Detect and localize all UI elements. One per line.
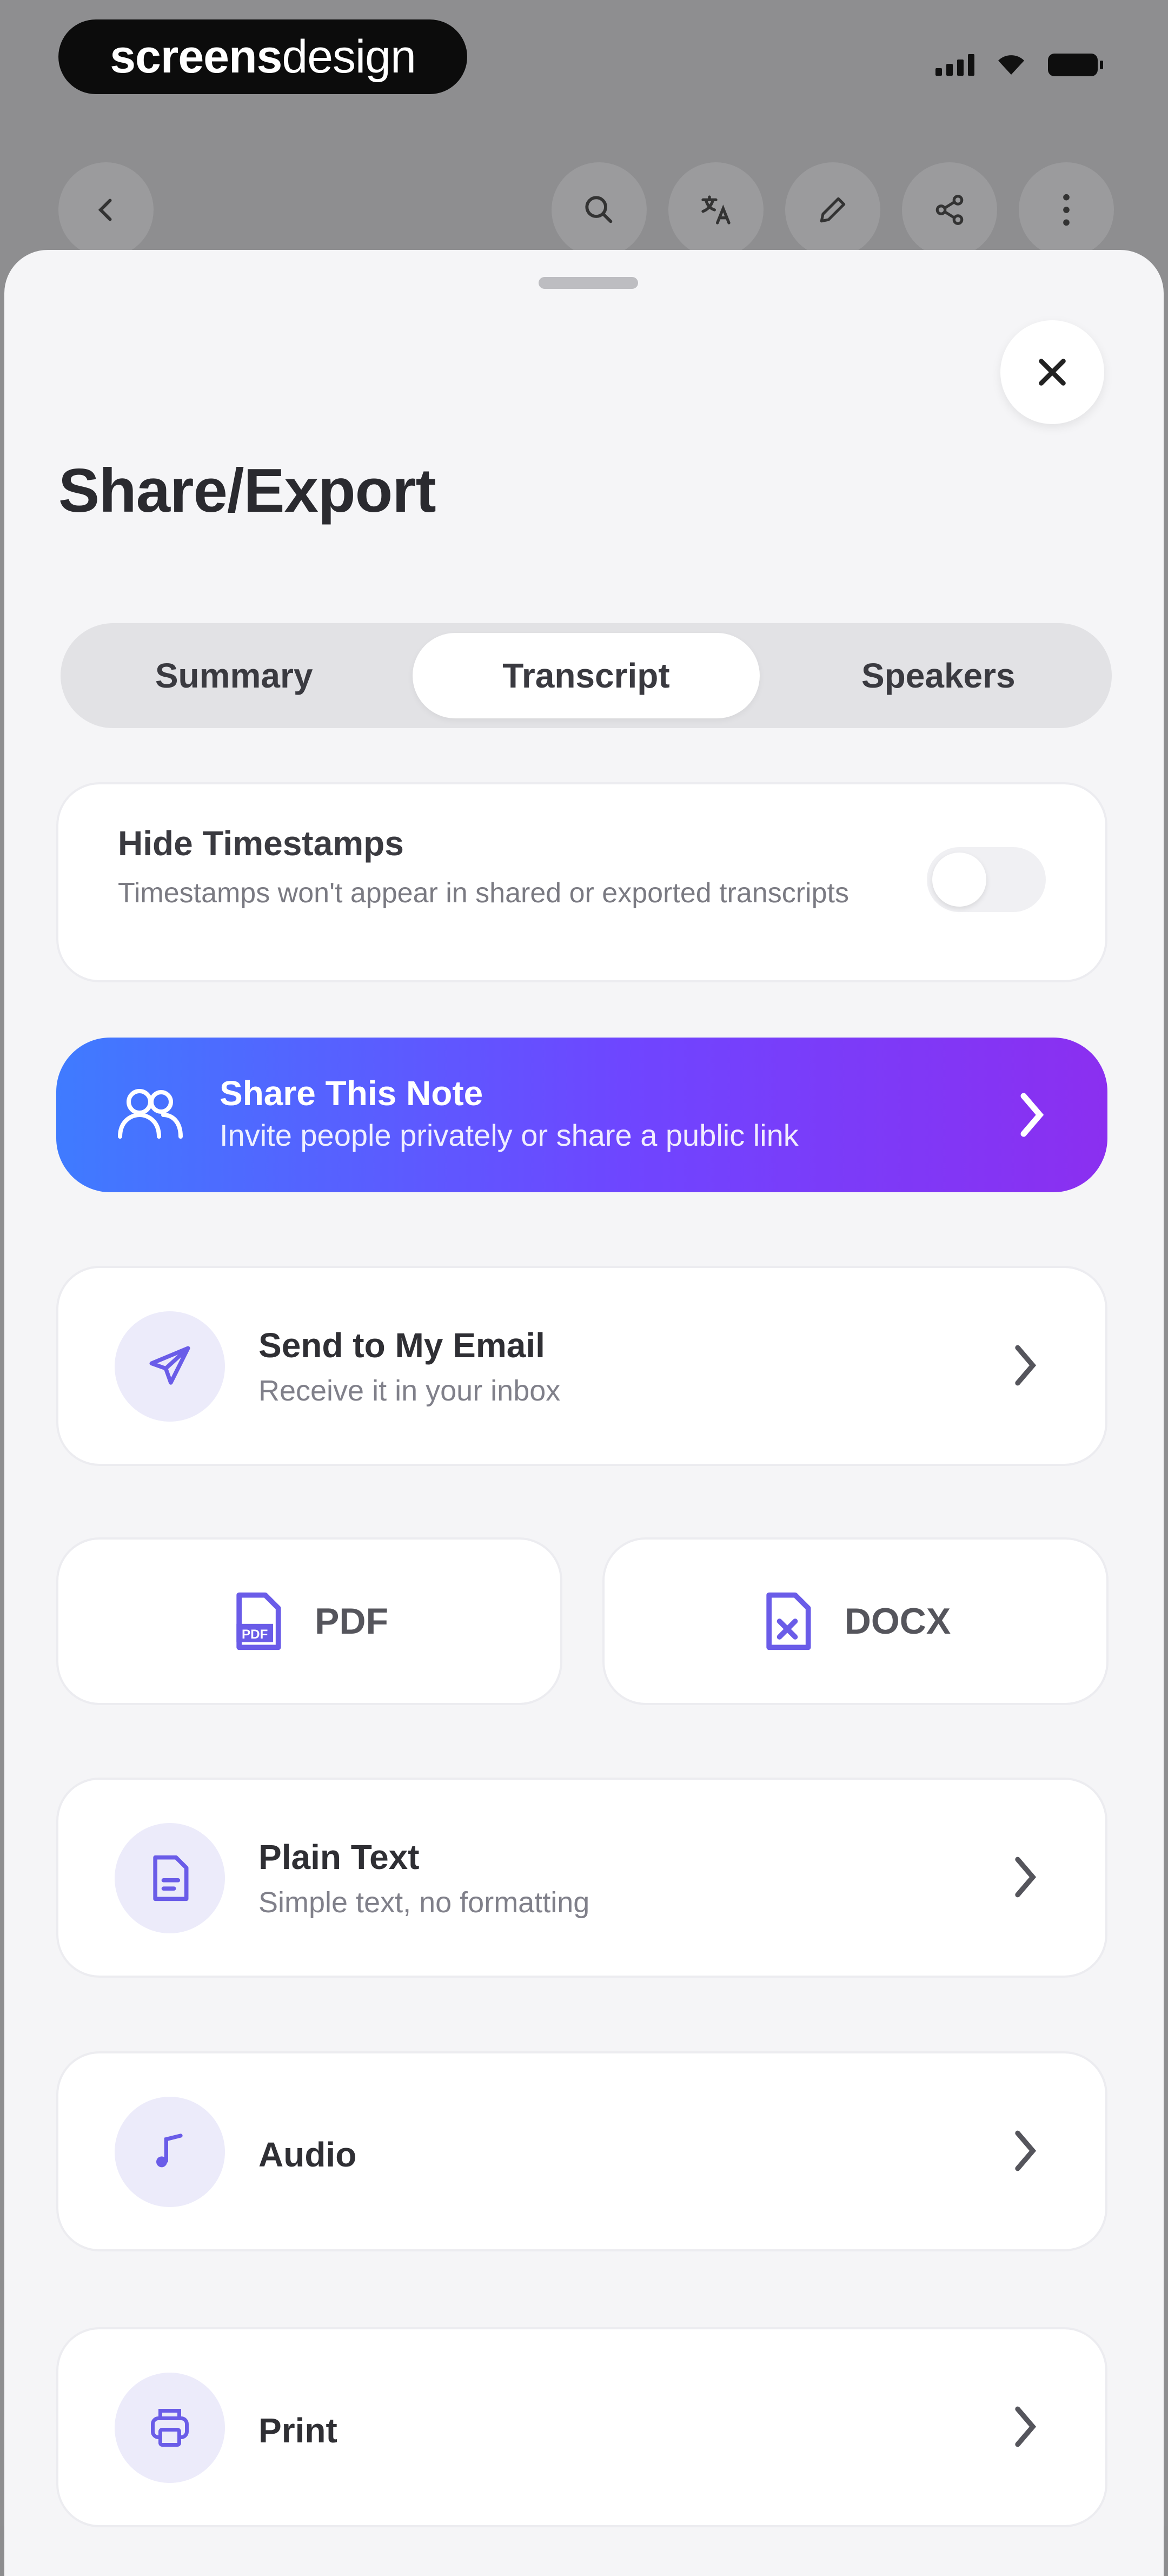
export-pdf-button[interactable]: PDF PDF — [56, 1537, 562, 1705]
close-icon — [1039, 359, 1066, 386]
battery-icon — [1048, 54, 1103, 76]
plain-text-subtitle: Simple text, no formatting — [258, 1886, 590, 1919]
translate-icon — [701, 195, 731, 224]
share-this-note-button[interactable]: Share This Note Invite people privately … — [56, 1038, 1107, 1192]
brand-text-bold: screens — [110, 30, 282, 83]
edit-icon — [820, 197, 846, 223]
share-icon — [935, 195, 964, 225]
chevron-right-icon — [1010, 2128, 1040, 2176]
search-icon — [585, 196, 613, 223]
hide-timestamps-title: Hide Timestamps — [118, 824, 404, 863]
more-icon — [1063, 194, 1070, 226]
tab-summary[interactable]: Summary — [61, 623, 407, 728]
signal-icon — [935, 54, 974, 76]
toggle-knob — [932, 853, 986, 907]
page-title: Share/Export — [58, 457, 436, 525]
chevron-right-icon — [1016, 1091, 1048, 1142]
send-icon — [149, 1346, 190, 1385]
back-button[interactable] — [58, 162, 154, 257]
audio-title: Audio — [258, 2135, 357, 2174]
printer-icon — [151, 2409, 189, 2447]
close-button[interactable] — [1000, 320, 1104, 424]
chevron-left-icon — [98, 199, 112, 221]
translate-button[interactable] — [668, 162, 764, 257]
print-title: Print — [258, 2411, 337, 2450]
send-to-email-button[interactable]: Send to My Email Receive it in your inbo… — [56, 1266, 1107, 1466]
note-toolbar — [0, 162, 1168, 260]
search-button[interactable] — [552, 162, 647, 257]
music-note-icon-badge — [115, 2097, 225, 2207]
print-button[interactable]: Print — [56, 2327, 1107, 2527]
wifi-icon — [996, 53, 1026, 77]
share-button[interactable] — [902, 162, 997, 257]
export-plain-text-button[interactable]: Plain Text Simple text, no formatting — [56, 1778, 1107, 1978]
docx-file-icon — [766, 1592, 811, 1650]
chevron-right-icon — [1010, 1854, 1040, 1903]
status-icons — [935, 53, 1103, 77]
music-note-icon — [156, 2134, 183, 2168]
edit-button[interactable] — [785, 162, 880, 257]
docx-label: DOCX — [844, 1601, 951, 1642]
chevron-right-icon — [1010, 1343, 1040, 1391]
pdf-file-icon: PDF — [236, 1592, 281, 1650]
export-audio-button[interactable]: Audio — [56, 2051, 1107, 2251]
printer-icon-badge — [115, 2373, 225, 2483]
share-this-note-subtitle: Invite people privately or share a publi… — [220, 1118, 799, 1152]
pdf-label: PDF — [315, 1601, 388, 1642]
content-type-segmented-control: Summary Transcript Speakers — [61, 623, 1112, 728]
sheet-drag-handle[interactable] — [539, 277, 638, 289]
chevron-right-icon — [1010, 2404, 1040, 2452]
send-icon-badge — [115, 1311, 225, 1422]
users-icon — [116, 1083, 185, 1145]
send-to-email-title: Send to My Email — [258, 1326, 545, 1365]
hide-timestamps-card: Hide Timestamps Timestamps won't appear … — [56, 782, 1107, 982]
export-docx-button[interactable]: DOCX — [602, 1537, 1109, 1705]
text-file-icon — [153, 1855, 189, 1901]
text-file-icon-badge — [115, 1823, 225, 1933]
send-to-email-subtitle: Receive it in your inbox — [258, 1375, 561, 1407]
plain-text-title: Plain Text — [258, 1838, 420, 1877]
tab-transcript[interactable]: Transcript — [413, 633, 760, 718]
hide-timestamps-toggle[interactable] — [927, 847, 1046, 912]
hide-timestamps-subtitle: Timestamps won't appear in shared or exp… — [118, 877, 849, 909]
svg-text:PDF: PDF — [242, 1627, 268, 1642]
brand-text-light: design — [282, 30, 416, 83]
brand-watermark: screens design — [58, 19, 467, 94]
share-this-note-title: Share This Note — [220, 1074, 483, 1113]
more-button[interactable] — [1019, 162, 1114, 257]
tab-speakers[interactable]: Speakers — [765, 623, 1112, 728]
